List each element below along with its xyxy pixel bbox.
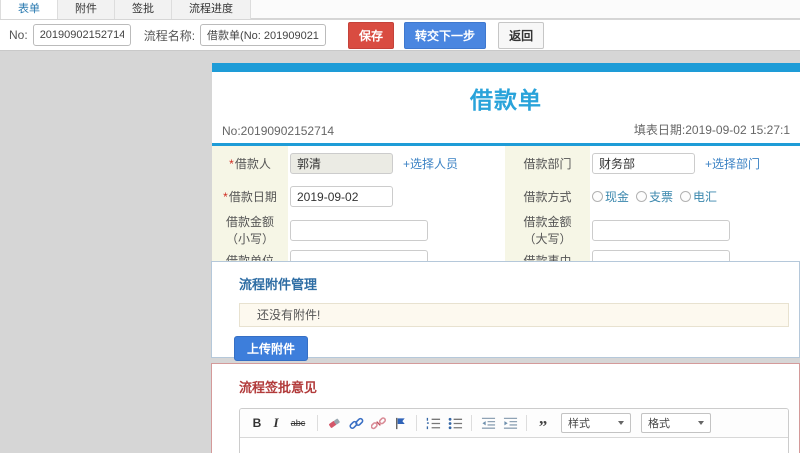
strikethrough-icon[interactable]: abc <box>287 414 309 432</box>
amount-uppercase-label: 借款金额（大写） <box>505 213 590 247</box>
borrower-label: *借款人 <box>212 146 288 180</box>
chevron-down-icon <box>698 421 704 425</box>
back-button[interactable]: 返回 <box>498 21 545 49</box>
anchor-flag-icon[interactable] <box>392 414 408 432</box>
italic-icon[interactable]: I <box>271 414 281 432</box>
no-attachment-alert: 还没有附件! <box>239 303 789 327</box>
select-department-link[interactable]: +选择部门 <box>705 155 760 172</box>
tab-bar: 表单 附件 签批 流程进度 <box>0 0 800 19</box>
amount-lowercase-field <box>288 213 505 247</box>
loan-form-panel: 借款单 No:20190902152714 填表日期:2019-09-02 15… <box>212 63 800 279</box>
radio-cheque[interactable]: 支票 <box>636 188 673 205</box>
editor-content-area[interactable] <box>240 438 788 453</box>
no-label: No: <box>9 28 28 42</box>
no-input[interactable] <box>32 24 131 46</box>
tab-progress[interactable]: 流程进度 <box>172 0 251 19</box>
form-top-bar <box>212 63 800 72</box>
borrower-field: +选择人员 <box>288 146 505 180</box>
required-mark: * <box>223 190 228 204</box>
toolbar-separator <box>416 415 417 431</box>
amount-uppercase-field <box>590 213 800 247</box>
save-button[interactable]: 保存 <box>348 21 395 49</box>
rich-text-editor: B I abc ” 样式 格式 <box>239 408 789 453</box>
required-mark: * <box>229 156 234 171</box>
attachment-heading: 流程附件管理 <box>239 277 318 292</box>
form-grid: *借款人 +选择人员 借款部门 +选择部门 *借款日期 借款方式 <box>212 146 800 274</box>
command-bar: No: 流程名称: 保存 转交下一步 返回 <box>0 20 800 51</box>
form-doc-no: No:20190902152714 <box>222 124 335 138</box>
unlink-icon[interactable] <box>370 414 386 432</box>
loan-method-radio-group: 现金 支票 电汇 <box>592 188 717 205</box>
select-person-link[interactable]: +选择人员 <box>403 155 458 172</box>
blockquote-icon[interactable]: ” <box>535 414 551 435</box>
radio-wire-transfer[interactable]: 电汇 <box>680 188 717 205</box>
loan-date-field <box>288 180 505 213</box>
upload-attachment-button[interactable]: 上传附件 <box>234 336 309 361</box>
indent-icon[interactable] <box>502 414 518 432</box>
styles-dropdown[interactable]: 样式 <box>561 413 631 433</box>
toolbar-separator <box>471 415 472 431</box>
radio-circle-icon[interactable] <box>592 191 603 202</box>
tab-attachment[interactable]: 附件 <box>58 0 115 19</box>
outdent-icon[interactable] <box>480 414 496 432</box>
bulleted-list-icon[interactable] <box>447 414 463 432</box>
loan-date-input[interactable] <box>290 186 393 207</box>
tab-approval[interactable]: 签批 <box>115 0 172 19</box>
amount-lowercase-label: 借款金额（小写） <box>212 213 288 247</box>
screen: 表单 附件 签批 流程进度 No: 流程名称: 保存 转交下一步 返回 借款单 … <box>0 0 800 453</box>
loan-method-label: 借款方式 <box>505 180 590 213</box>
toolbar-separator <box>526 415 527 431</box>
format-dropdown[interactable]: 格式 <box>641 413 711 433</box>
process-name-label: 流程名称: <box>143 28 196 43</box>
radio-cash[interactable]: 现金 <box>592 188 629 205</box>
link-icon[interactable] <box>348 414 364 432</box>
chevron-down-icon <box>618 421 624 425</box>
form-fill-date: 填表日期:2019-09-02 15:27:1 <box>633 123 790 137</box>
approval-heading: 流程签批意见 <box>239 380 318 395</box>
form-title: 借款单 <box>470 87 542 113</box>
toolbar-separator <box>317 415 318 431</box>
loan-method-field: 现金 支票 电汇 <box>590 180 800 213</box>
tab-form[interactable]: 表单 <box>0 0 58 19</box>
amount-lowercase-input[interactable] <box>290 219 428 241</box>
form-meta-row: No:20190902152714 填表日期:2019-09-02 15:27:… <box>212 118 800 143</box>
numbered-list-icon[interactable] <box>425 414 441 432</box>
loan-date-label: *借款日期 <box>212 180 288 213</box>
department-label: 借款部门 <box>505 146 590 180</box>
editor-toolbar: B I abc ” 样式 格式 <box>240 409 788 438</box>
attachment-panel: 流程附件管理 还没有附件! 上传附件 <box>211 261 800 361</box>
bold-icon[interactable]: B <box>249 414 265 432</box>
remove-format-icon[interactable] <box>326 414 342 432</box>
borrower-input[interactable] <box>290 152 393 174</box>
approval-panel: 流程签批意见 B I abc ” 样式 格式 <box>211 363 800 453</box>
process-name-input[interactable] <box>200 24 327 46</box>
radio-circle-icon[interactable] <box>636 191 648 202</box>
amount-uppercase-input[interactable] <box>592 219 730 241</box>
forward-next-step-button[interactable]: 转交下一步 <box>404 21 487 49</box>
radio-circle-icon[interactable] <box>680 191 692 202</box>
department-field: +选择部门 <box>590 146 800 180</box>
department-input[interactable] <box>592 152 695 174</box>
